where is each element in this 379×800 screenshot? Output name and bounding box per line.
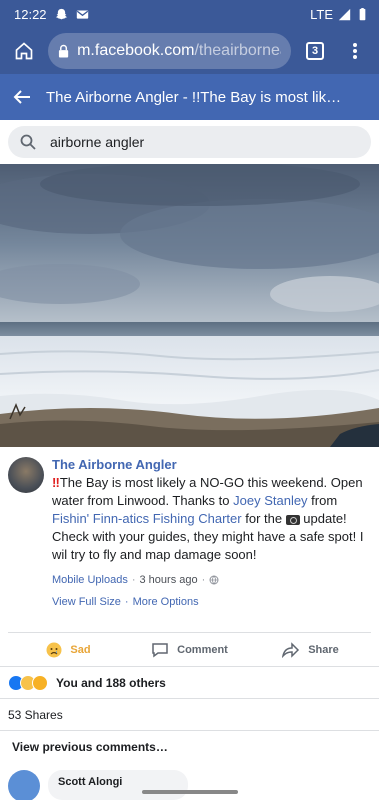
mention-joey-stanley[interactable]: Joey Stanley: [233, 493, 307, 508]
comment-bubble: Scott Alongi: [48, 770, 188, 800]
view-previous-comments-label: View previous comments…: [12, 739, 168, 754]
tab-count: 3: [306, 42, 324, 60]
reactions-summary[interactable]: You and 188 others: [0, 666, 379, 698]
wow-reaction-icon: [32, 674, 48, 691]
album-link[interactable]: Mobile Uploads: [52, 574, 128, 586]
post: The Airborne Angler ‼The Bay is most lik…: [0, 447, 379, 608]
signal-icon: [338, 8, 351, 20]
snapchat-icon: [55, 8, 67, 19]
reaction-icons: [8, 674, 48, 691]
post-time[interactable]: 3 hours ago: [140, 574, 198, 586]
double-exclamation-icon: ‼: [52, 475, 60, 490]
post-photo[interactable]: [0, 164, 379, 447]
photo-options: View Full Size · More Options: [52, 596, 371, 608]
shares-text: 53 Shares: [8, 707, 63, 722]
post-author[interactable]: The Airborne Angler: [52, 457, 371, 472]
tab-switcher-button[interactable]: 3: [299, 35, 331, 67]
home-indicator[interactable]: [141, 790, 238, 794]
search-box[interactable]: [8, 126, 371, 158]
home-icon: [15, 42, 33, 60]
options-separator: ·: [124, 596, 129, 608]
commenter-avatar[interactable]: [8, 770, 40, 800]
status-time: 12:22: [14, 6, 47, 22]
post-actions: Sad Comment Share: [8, 632, 371, 666]
network-type: LTE: [310, 6, 333, 22]
comment-icon: [152, 642, 168, 657]
post-meta: Mobile Uploads · 3 hours ago ·: [52, 574, 371, 586]
status-bar: 12:22 LTE: [0, 0, 379, 28]
meta-separator: ·: [131, 574, 136, 586]
comment-label: Comment: [177, 643, 228, 656]
post-header: The Airborne Angler ‼The Bay is most lik…: [8, 457, 371, 608]
react-button[interactable]: Sad: [8, 642, 129, 658]
view-previous-comments[interactable]: View previous comments…: [0, 730, 379, 762]
share-icon: [282, 641, 300, 658]
commenter-name[interactable]: Scott Alongi: [58, 776, 178, 788]
post-body: The Airborne Angler ‼The Bay is most lik…: [52, 457, 371, 608]
share-label: Share: [308, 643, 339, 656]
post-text-2: from: [307, 493, 338, 508]
search-icon: [20, 134, 36, 150]
bay-landscape-image: [0, 164, 379, 447]
back-button[interactable]: [12, 81, 32, 113]
sad-emoji-icon: [46, 642, 62, 657]
back-arrow-icon: [13, 90, 30, 104]
globe-icon: [209, 575, 219, 585]
browser-toolbar: m.facebook.com/theairbornean 3: [0, 28, 379, 74]
share-button[interactable]: Share: [250, 641, 371, 658]
view-full-size-link[interactable]: View Full Size: [52, 596, 121, 608]
page-title-bar: The Airborne Angler - !!The Bay is most …: [0, 74, 379, 120]
search-input[interactable]: [50, 134, 359, 150]
post-text-3: for the: [241, 511, 286, 526]
comment-item: Scott Alongi: [0, 762, 379, 800]
camera-emoji-icon: [285, 514, 300, 525]
meta-separator: ·: [201, 574, 206, 586]
url-path: /theairbornean: [194, 42, 281, 59]
shares-count[interactable]: 53 Shares: [0, 698, 379, 730]
reactions-count: You and 188 others: [56, 675, 166, 690]
page-title: The Airborne Angler - !!The Bay is most …: [46, 88, 342, 106]
kebab-menu-icon: [353, 43, 357, 59]
comment-button[interactable]: Comment: [129, 642, 250, 658]
post-text: ‼The Bay is most likely a NO-GO this wee…: [52, 474, 371, 564]
author-avatar[interactable]: [8, 457, 44, 493]
battery-icon: [359, 7, 366, 20]
home-button[interactable]: [8, 35, 40, 67]
react-label: Sad: [70, 643, 91, 656]
search-area: [0, 120, 379, 164]
gmail-icon: [76, 9, 88, 19]
mention-fishing-charter[interactable]: Fishin' Finn-atics Fishing Charter: [52, 511, 242, 526]
more-options-link[interactable]: More Options: [133, 596, 199, 608]
overflow-menu-button[interactable]: [339, 35, 371, 67]
lock-icon: [58, 44, 69, 58]
url-host: m.facebook.com: [77, 42, 195, 59]
url-text: m.facebook.com/theairbornean: [77, 42, 281, 60]
url-bar[interactable]: m.facebook.com/theairbornean: [48, 33, 291, 69]
